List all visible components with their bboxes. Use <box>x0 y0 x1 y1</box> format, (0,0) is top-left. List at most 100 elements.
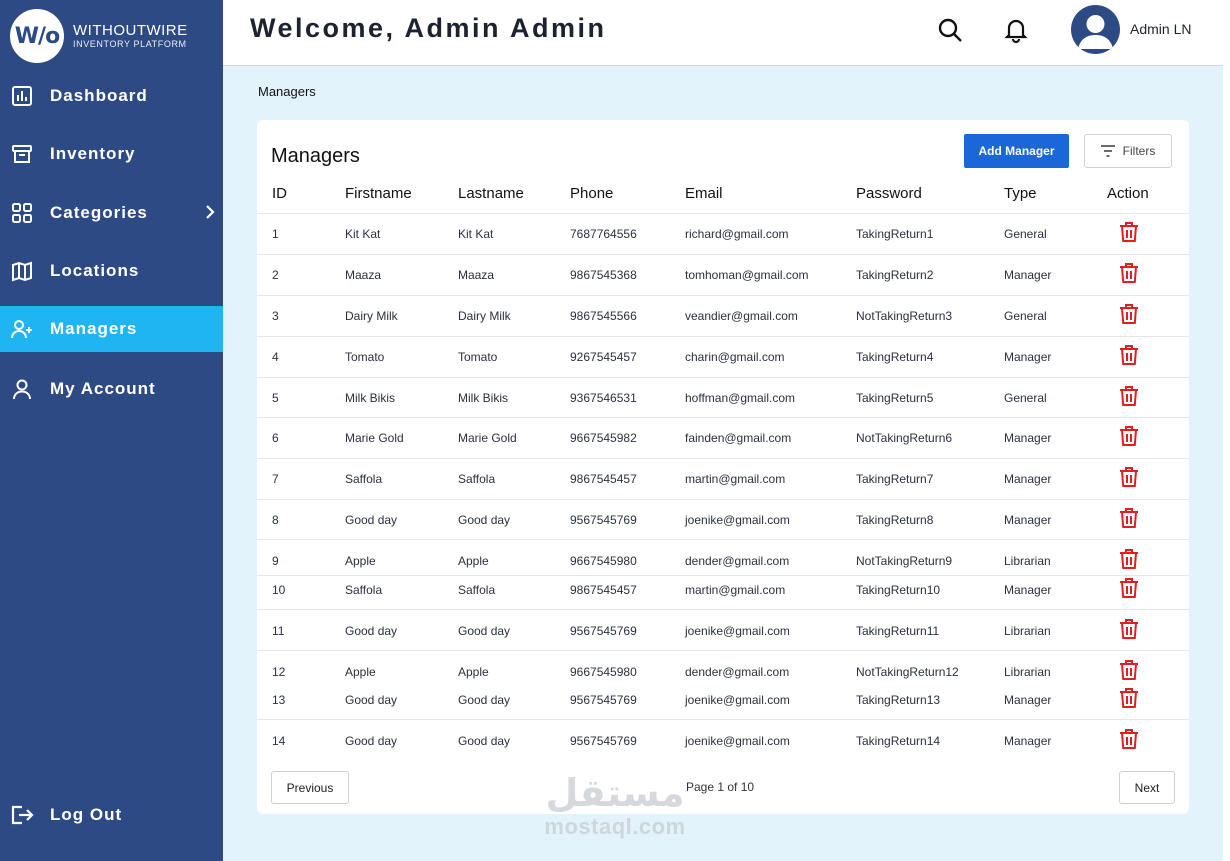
cell-email: charin@gmail.com <box>685 350 785 364</box>
sidebar-item-label: Categories <box>50 203 148 222</box>
sidebar-item-managers[interactable]: Managers <box>0 306 223 352</box>
delete-icon[interactable] <box>1119 425 1139 452</box>
add-manager-button[interactable]: Add Manager <box>964 134 1069 168</box>
cell-lastname: Saffola <box>458 583 496 597</box>
cell-lastname: Good day <box>458 513 511 527</box>
row-divider <box>257 575 1189 576</box>
delete-icon[interactable] <box>1119 687 1139 714</box>
previous-button[interactable]: Previous <box>271 771 349 804</box>
cell-type: Manager <box>1004 268 1052 282</box>
filters-button[interactable]: Filters <box>1084 134 1172 168</box>
cell-firstname: Kit Kat <box>345 227 381 241</box>
column-header-firstname: Firstname <box>345 185 412 202</box>
row-divider <box>257 458 1189 459</box>
delete-icon[interactable] <box>1119 548 1139 575</box>
logout-button[interactable]: Log Out <box>0 792 223 838</box>
delete-icon[interactable] <box>1119 262 1139 289</box>
watermark-latin: mostaql.com <box>544 814 686 839</box>
next-button[interactable]: Next <box>1119 771 1175 804</box>
watermark-arabic: مستقل <box>545 771 685 815</box>
cell-email: joenike@gmail.com <box>685 693 790 707</box>
delete-icon[interactable] <box>1119 385 1139 412</box>
cell-password: TakingReturn11 <box>856 624 940 638</box>
cell-password: TakingReturn8 <box>856 513 934 527</box>
row-divider <box>257 650 1189 651</box>
avatar[interactable] <box>1071 5 1120 54</box>
cell-phone: 9567545769 <box>570 513 637 527</box>
cell-firstname: Saffola <box>345 472 383 486</box>
cell-password: TakingReturn10 <box>856 583 941 597</box>
sidebar-item-my-account[interactable]: My Account <box>0 366 223 412</box>
cell-type: Librarian <box>1004 665 1051 679</box>
cell-type: Librarian <box>1004 624 1051 638</box>
filter-icon <box>1100 145 1115 157</box>
cell-lastname: Apple <box>458 554 489 568</box>
cell-lastname: Good day <box>458 693 511 707</box>
user-name[interactable]: Admin LN <box>1130 21 1191 37</box>
cell-firstname: Apple <box>345 665 376 679</box>
delete-icon[interactable] <box>1119 507 1139 534</box>
cell-email: joenike@gmail.com <box>685 513 790 527</box>
delete-icon[interactable] <box>1119 344 1139 371</box>
column-header-action: Action <box>1107 185 1149 202</box>
cell-firstname: Tomato <box>345 350 385 364</box>
column-header-email: Email <box>685 185 723 202</box>
cell-password: TakingReturn5 <box>856 391 934 405</box>
cell-password: NotTakingReturn9 <box>856 554 953 568</box>
sidebar-item-label: Dashboard <box>50 86 148 105</box>
delete-icon[interactable] <box>1119 659 1139 686</box>
cell-firstname: Dairy Milk <box>345 309 398 323</box>
user-icon <box>10 377 34 401</box>
sidebar-item-locations[interactable]: Locations <box>0 248 223 294</box>
cell-type: Librarian <box>1004 554 1051 568</box>
delete-icon[interactable] <box>1119 221 1139 248</box>
sidebar-item-dashboard[interactable]: Dashboard <box>0 73 223 119</box>
cell-type: Manager <box>1004 472 1052 486</box>
sidebar-item-inventory[interactable]: Inventory <box>0 131 223 177</box>
row-divider <box>257 336 1189 337</box>
cell-type: Manager <box>1004 350 1052 364</box>
watermark: مستقل mostaql.com <box>540 772 690 840</box>
sidebar-item-label: Inventory <box>50 144 136 163</box>
window-edge <box>1223 0 1230 861</box>
delete-icon[interactable] <box>1119 303 1139 330</box>
delete-icon[interactable] <box>1119 577 1139 604</box>
cell-password: TakingReturn13 <box>856 693 941 707</box>
row-divider <box>257 295 1189 296</box>
cell-id: 7 <box>272 472 279 486</box>
delete-icon[interactable] <box>1119 618 1139 645</box>
row-divider <box>257 499 1189 500</box>
bell-icon[interactable] <box>1002 16 1030 44</box>
logout-icon <box>10 803 34 827</box>
cell-phone: 9867545457 <box>570 583 637 597</box>
map-icon <box>10 259 34 283</box>
cell-phone: 9867545566 <box>570 309 637 323</box>
cell-id: 6 <box>272 431 279 445</box>
managers-card: Managers Add Manager Filters ID Firstname… <box>257 120 1189 814</box>
logo-mark: W/o <box>10 9 64 63</box>
cell-id: 3 <box>272 309 279 323</box>
logo-text: WITHOUTWIRE INVENTORY PLATFORM <box>73 23 188 49</box>
delete-icon[interactable] <box>1119 728 1139 755</box>
delete-icon[interactable] <box>1119 466 1139 493</box>
row-divider <box>257 377 1189 378</box>
row-divider <box>257 609 1189 610</box>
cell-firstname: Good day <box>345 734 398 748</box>
row-divider <box>257 719 1189 720</box>
cell-id: 4 <box>272 350 279 364</box>
column-header-phone: Phone <box>570 185 614 202</box>
cell-email: veandier@gmail.com <box>685 309 798 323</box>
cell-email: martin@gmail.com <box>685 472 786 486</box>
cell-phone: 9567545769 <box>570 624 637 638</box>
column-header-id: ID <box>272 185 287 202</box>
archive-icon <box>10 142 34 166</box>
search-icon[interactable] <box>936 16 964 44</box>
brand-logo[interactable]: W/o WITHOUTWIRE INVENTORY PLATFORM <box>10 9 188 63</box>
cell-firstname: Apple <box>345 554 376 568</box>
cell-password: TakingReturn2 <box>856 268 934 282</box>
welcome-title: Welcome, Admin Admin <box>250 13 607 43</box>
sidebar-item-categories[interactable]: Categories <box>0 190 223 236</box>
cell-type: Manager <box>1004 693 1052 707</box>
cell-lastname: Tomato <box>458 350 498 364</box>
cell-id: 10 <box>272 583 286 597</box>
